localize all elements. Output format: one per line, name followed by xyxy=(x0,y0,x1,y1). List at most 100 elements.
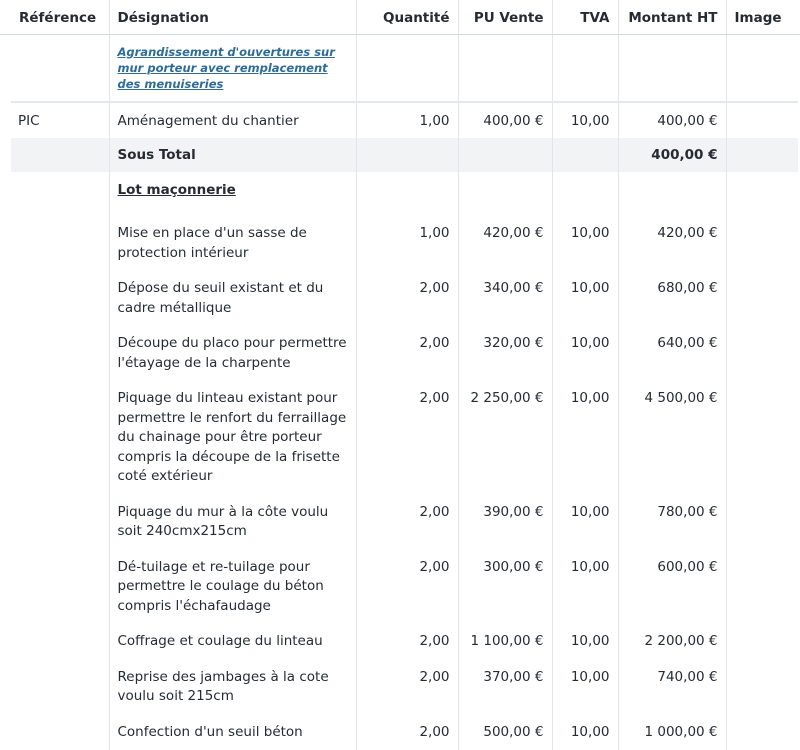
cell-designation[interactable]: Confection d'un seuil béton xyxy=(109,715,356,750)
cell-pu-vente[interactable]: 370,00 € xyxy=(458,660,552,715)
col-header-pu-vente[interactable]: PU Vente xyxy=(458,0,552,34)
cell-montant-ht[interactable]: 400,00 € xyxy=(618,102,726,138)
cell-image[interactable] xyxy=(726,271,798,326)
table-row[interactable]: Découpe du placo pour permettre l'étayag… xyxy=(11,326,798,381)
cell-montant-ht[interactable]: 4 500,00 € xyxy=(618,381,726,495)
cell-reference[interactable]: PIC xyxy=(11,102,109,138)
cell-tva[interactable]: 10,00 xyxy=(552,326,618,381)
cell-montant-ht[interactable]: 600,00 € xyxy=(618,550,726,625)
cell-image[interactable] xyxy=(726,216,798,271)
table-row[interactable]: PIC Aménagement du chantier 1,00 400,00 … xyxy=(11,102,798,138)
cell-quantite[interactable]: 2,00 xyxy=(356,271,458,326)
col-header-quantite[interactable]: Quantité xyxy=(356,0,458,34)
cell-pu-vente xyxy=(458,34,552,102)
cell-tva[interactable]: 10,00 xyxy=(552,216,618,271)
cell-image[interactable] xyxy=(726,624,798,660)
cell-image[interactable] xyxy=(726,715,798,750)
cell-pu-vente[interactable]: 1 100,00 € xyxy=(458,624,552,660)
cell-tva[interactable]: 10,00 xyxy=(552,271,618,326)
cell-designation[interactable]: Dé-tuilage et re-tuilage pour permettre … xyxy=(109,550,356,625)
quote-lines-grid: Référence Désignation Quantité PU Vente … xyxy=(0,0,800,750)
col-header-montant-ht[interactable]: Montant HT xyxy=(618,0,726,34)
cell-reference[interactable] xyxy=(11,715,109,750)
cell-reference[interactable] xyxy=(11,495,109,550)
cell-pu-vente[interactable]: 300,00 € xyxy=(458,550,552,625)
cell-pu-vente[interactable]: 2 250,00 € xyxy=(458,381,552,495)
cell-designation[interactable]: Piquage du mur à la côte voulu soit 240c… xyxy=(109,495,356,550)
title-row: Agrandissement d'ouvertures sur mur port… xyxy=(11,34,798,102)
cell-pu-vente[interactable]: 390,00 € xyxy=(458,495,552,550)
cell-quantite[interactable]: 2,00 xyxy=(356,550,458,625)
cell-quantite[interactable]: 2,00 xyxy=(356,624,458,660)
cell-reference[interactable] xyxy=(11,326,109,381)
subtotal-label: Sous Total xyxy=(109,138,356,172)
cell-tva[interactable]: 10,00 xyxy=(552,624,618,660)
cell-tva xyxy=(552,34,618,102)
cell-montant-ht[interactable]: 780,00 € xyxy=(618,495,726,550)
cell-pu-vente[interactable]: 340,00 € xyxy=(458,271,552,326)
table-row[interactable]: Dépose du seuil existant et du cadre mét… xyxy=(11,271,798,326)
subtotal-row: Sous Total 400,00 € xyxy=(11,138,798,172)
table-row[interactable]: Coffrage et coulage du linteau2,001 100,… xyxy=(11,624,798,660)
cell-montant-ht xyxy=(618,34,726,102)
cell-quantite[interactable]: 2,00 xyxy=(356,660,458,715)
lot-header-row: Lot maçonnerie xyxy=(11,172,798,216)
cell-designation[interactable]: Coffrage et coulage du linteau xyxy=(109,624,356,660)
cell-pu-vente[interactable]: 420,00 € xyxy=(458,216,552,271)
cell-montant-ht[interactable]: 420,00 € xyxy=(618,216,726,271)
cell-designation[interactable]: Dépose du seuil existant et du cadre mét… xyxy=(109,271,356,326)
cell-quantite[interactable]: 2,00 xyxy=(356,326,458,381)
cell-quantite[interactable]: 2,00 xyxy=(356,381,458,495)
col-header-tva[interactable]: TVA xyxy=(552,0,618,34)
cell-designation[interactable]: Reprise des jambages à la cote voulu soi… xyxy=(109,660,356,715)
cell-tva[interactable]: 10,00 xyxy=(552,715,618,750)
col-header-image[interactable]: Image xyxy=(726,0,798,34)
cell-quantite[interactable]: 2,00 xyxy=(356,495,458,550)
cell-montant-ht[interactable]: 740,00 € xyxy=(618,660,726,715)
cell-tva[interactable]: 10,00 xyxy=(552,381,618,495)
cell-designation[interactable]: Aménagement du chantier xyxy=(109,102,356,138)
cell-designation[interactable]: Piquage du linteau existant pour permett… xyxy=(109,381,356,495)
cell-reference[interactable] xyxy=(11,624,109,660)
table-row[interactable]: Confection d'un seuil béton2,00500,00 €1… xyxy=(11,715,798,750)
cell-pu-vente[interactable]: 320,00 € xyxy=(458,326,552,381)
cell-image[interactable] xyxy=(726,381,798,495)
cell-pu-vente[interactable]: 400,00 € xyxy=(458,102,552,138)
table-row[interactable]: Piquage du linteau existant pour permett… xyxy=(11,381,798,495)
cell-reference xyxy=(11,34,109,102)
subtotal-amount: 400,00 € xyxy=(618,138,726,172)
ouvrage-title-link[interactable]: Agrandissement d'ouvertures sur mur port… xyxy=(118,44,348,92)
cell-designation[interactable]: Découpe du placo pour permettre l'étayag… xyxy=(109,326,356,381)
cell-reference[interactable] xyxy=(11,381,109,495)
lot-title[interactable]: Lot maçonnerie xyxy=(118,182,236,198)
cell-designation: Agrandissement d'ouvertures sur mur port… xyxy=(109,34,356,102)
cell-image[interactable] xyxy=(726,550,798,625)
cell-reference[interactable] xyxy=(11,550,109,625)
cell-reference[interactable] xyxy=(11,216,109,271)
cell-image[interactable] xyxy=(726,326,798,381)
cell-quantite[interactable]: 1,00 xyxy=(356,216,458,271)
cell-image[interactable] xyxy=(726,495,798,550)
cell-montant-ht[interactable]: 640,00 € xyxy=(618,326,726,381)
col-header-reference[interactable]: Référence xyxy=(11,0,109,34)
cell-quantite[interactable]: 1,00 xyxy=(356,102,458,138)
table-row[interactable]: Dé-tuilage et re-tuilage pour permettre … xyxy=(11,550,798,625)
table-row[interactable]: Mise en place d'un sasse de protection i… xyxy=(11,216,798,271)
table-row[interactable]: Reprise des jambages à la cote voulu soi… xyxy=(11,660,798,715)
cell-tva[interactable]: 10,00 xyxy=(552,550,618,625)
cell-reference[interactable] xyxy=(11,271,109,326)
col-header-designation[interactable]: Désignation xyxy=(109,0,356,34)
cell-pu-vente[interactable]: 500,00 € xyxy=(458,715,552,750)
cell-designation[interactable]: Mise en place d'un sasse de protection i… xyxy=(109,216,356,271)
cell-image[interactable] xyxy=(726,102,798,138)
cell-montant-ht[interactable]: 2 200,00 € xyxy=(618,624,726,660)
cell-image[interactable] xyxy=(726,660,798,715)
cell-montant-ht[interactable]: 1 000,00 € xyxy=(618,715,726,750)
cell-tva[interactable]: 10,00 xyxy=(552,495,618,550)
cell-tva[interactable]: 10,00 xyxy=(552,660,618,715)
cell-quantite[interactable]: 2,00 xyxy=(356,715,458,750)
cell-tva[interactable]: 10,00 xyxy=(552,102,618,138)
cell-montant-ht[interactable]: 680,00 € xyxy=(618,271,726,326)
cell-reference[interactable] xyxy=(11,660,109,715)
table-row[interactable]: Piquage du mur à la côte voulu soit 240c… xyxy=(11,495,798,550)
